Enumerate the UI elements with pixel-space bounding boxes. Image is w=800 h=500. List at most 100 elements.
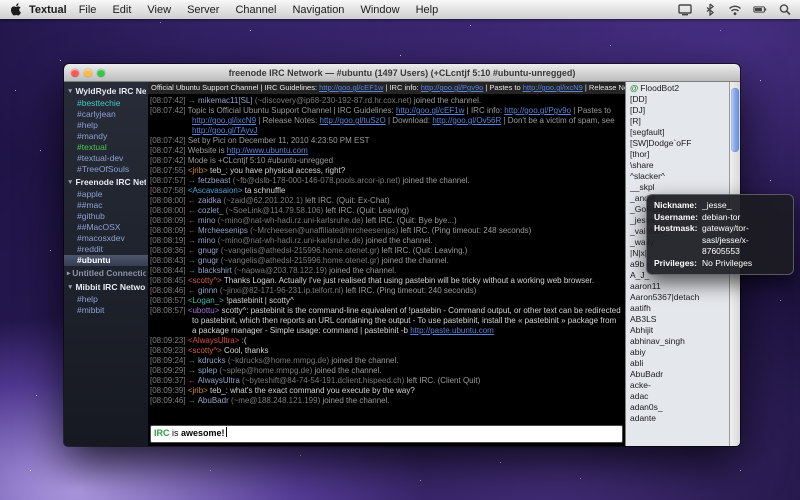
channel-item[interactable]: #ubuntu (64, 255, 148, 266)
disclosure-icon[interactable]: ▼ (67, 177, 73, 188)
channel-item[interactable]: #github (64, 211, 148, 222)
user-list-item[interactable]: \share (626, 160, 729, 171)
disclosure-icon[interactable]: ▼ (67, 86, 73, 97)
menu-item-view[interactable]: View (147, 4, 171, 16)
user-list-item[interactable]: aaron11 (626, 281, 729, 292)
user-list-item[interactable]: adan0s_ (626, 402, 729, 413)
channel-item[interactable]: ##MacOSX (64, 222, 148, 233)
user-list-item[interactable]: aatifh (626, 303, 729, 314)
apple-menu-icon[interactable] (10, 3, 23, 16)
user-list-item[interactable]: abhinav_singh (626, 336, 729, 347)
user-list-item[interactable]: [DJ] (626, 105, 729, 116)
user-list-item[interactable]: [R] (626, 116, 729, 127)
message-link[interactable]: http://goo.gl/ixcN9 (192, 116, 256, 125)
menu-item-file[interactable]: File (79, 4, 97, 16)
wifi-icon[interactable] (728, 3, 742, 16)
message-link[interactable]: http://www.ubuntu.com (227, 146, 308, 155)
message-link[interactable]: http://goo.gl/TAyvJ (192, 126, 258, 135)
text-segment: scotty^: pastebinit is the command-line … (192, 306, 621, 335)
battery-icon[interactable] (753, 3, 767, 16)
menu-item-edit[interactable]: Edit (112, 4, 131, 16)
server-item[interactable]: ▼Mibbit IRC Network (64, 280, 148, 294)
timestamp: [08:07:42] (150, 156, 188, 165)
channel-item[interactable]: #TreeOfSouls (64, 164, 148, 175)
message-link[interactable]: http://paste.ubuntu.com (410, 326, 494, 335)
text-segment: ← (188, 196, 198, 205)
user-list-item[interactable]: ^slacker^ (626, 171, 729, 182)
zoom-button[interactable] (97, 69, 105, 77)
message-scrollback[interactable]: [08:07:42] → mikemac11[SL] (~discovery@i… (148, 95, 625, 424)
user-list-item[interactable]: adac (626, 391, 729, 402)
message-link[interactable]: http://goo.gl/ixcN9 (523, 83, 583, 92)
text-segment: <jrib> (188, 166, 208, 175)
message-link[interactable]: http://goo.gl/cEF1w (396, 106, 464, 115)
bluetooth-icon[interactable] (703, 3, 717, 16)
channel-item[interactable]: #mandy (64, 131, 148, 142)
message-link[interactable]: http://goo.gl/cEF1w (319, 83, 383, 92)
channel-item[interactable]: #carlyjean (64, 109, 148, 120)
channel-item[interactable]: #mibbit (64, 305, 148, 316)
chat-message: [08:08:44] → blackshirt (~napwa@203.78.1… (150, 266, 622, 276)
channel-item[interactable]: #apple (64, 189, 148, 200)
text-segment: joined the channel. (331, 356, 398, 365)
menu-item-server[interactable]: Server (187, 4, 219, 16)
channel-item[interactable]: #textual-dev (64, 153, 148, 164)
text-segment: <Logan_> (188, 296, 224, 305)
window-title: freenode IRC Network — #ubuntu (1497 Use… (229, 68, 576, 78)
user-list-item[interactable]: acke- (626, 380, 729, 391)
chat-message: [08:08:36] ← gnugr (~vangelis@athedsl-21… (150, 246, 622, 256)
window-titlebar[interactable]: freenode IRC Network — #ubuntu (1497 Use… (64, 64, 740, 82)
scrollbar-thumb[interactable] (731, 88, 739, 152)
user-nick: [DJ] (630, 105, 645, 115)
menu-item-channel[interactable]: Channel (235, 4, 276, 16)
message-link[interactable]: http://goo.gl/Ov56R (432, 116, 501, 125)
text-segment: → (188, 236, 198, 245)
user-list-item[interactable]: [SW]Dodge`oFF (626, 138, 729, 149)
menu-item-navigation[interactable]: Navigation (292, 4, 344, 16)
text-segment: ← (188, 376, 198, 385)
popover-rows: Nickname:_jesse_Username:debian-torHostm… (654, 200, 786, 269)
channel-item[interactable]: #help (64, 294, 148, 305)
user-list-item[interactable]: @FloodBot2 (626, 83, 729, 94)
user-list-item[interactable]: Abhijit (626, 325, 729, 336)
server-item[interactable]: ▼WyldRyde IRC Network (64, 84, 148, 98)
channel-item[interactable]: #reddit (64, 244, 148, 255)
server-item[interactable]: ▸Untitled Connection (64, 266, 148, 280)
user-list-item[interactable]: [DD] (626, 94, 729, 105)
channel-item[interactable]: #besttechie (64, 98, 148, 109)
channel-item[interactable]: ##mac (64, 200, 148, 211)
user-list-item[interactable]: AbuBadr (626, 369, 729, 380)
channel-item[interactable]: #textual (64, 142, 148, 153)
user-list-item[interactable]: AB3LS (626, 314, 729, 325)
user-list-item[interactable]: [thor] (626, 149, 729, 160)
message-link[interactable]: http://goo.gl/tuSzO (320, 116, 386, 125)
message-link[interactable]: http://goo.gl/Pgv9o (421, 83, 484, 92)
server-item[interactable]: ▼Freenode IRC Network (64, 175, 148, 189)
server-channel-sidebar: ▼WyldRyde IRC Network#besttechie#carlyje… (64, 82, 148, 446)
user-list-item[interactable]: adante (626, 413, 729, 424)
text-segment: (~discovery@ip68-230-192-87.rd.hr.cox.ne… (255, 96, 414, 105)
timestamp: [08:08:44] (150, 266, 188, 275)
chat-message: [08:08:00] ← zaidka (~zaid@62.201.202.1)… (150, 196, 622, 206)
app-menu-textual[interactable]: Textual (29, 4, 67, 16)
minimize-button[interactable] (84, 69, 92, 77)
user-list-item[interactable]: Aaron5367|detach (626, 292, 729, 303)
spotlight-icon[interactable] (778, 3, 792, 16)
message-link[interactable]: http://goo.gl/Pgv9o (504, 106, 571, 115)
user-list-item[interactable]: __skpl (626, 182, 729, 193)
menu-item-window[interactable]: Window (360, 4, 399, 16)
display-icon[interactable] (678, 3, 692, 16)
chat-message: [08:09:39] <jrib> teb_: what's the exact… (150, 386, 622, 396)
channel-item[interactable]: #macosxdev (64, 233, 148, 244)
user-list-item[interactable]: [segfault] (626, 127, 729, 138)
user-list-item[interactable]: abiy (626, 347, 729, 358)
message-input[interactable]: IRC is awesome! (150, 425, 623, 443)
disclosure-icon[interactable]: ▼ (67, 282, 73, 293)
channel-item[interactable]: #help (64, 120, 148, 131)
disclosure-icon[interactable]: ▸ (67, 268, 70, 279)
menu-item-help[interactable]: Help (416, 4, 439, 16)
chat-message: [08:09:29] → splep (~splep@home.mmpg.de)… (150, 366, 622, 376)
user-list-item[interactable]: abli (626, 358, 729, 369)
text-segment: Topic is Official Ubuntu Support Channel… (188, 106, 396, 115)
close-button[interactable] (71, 69, 79, 77)
